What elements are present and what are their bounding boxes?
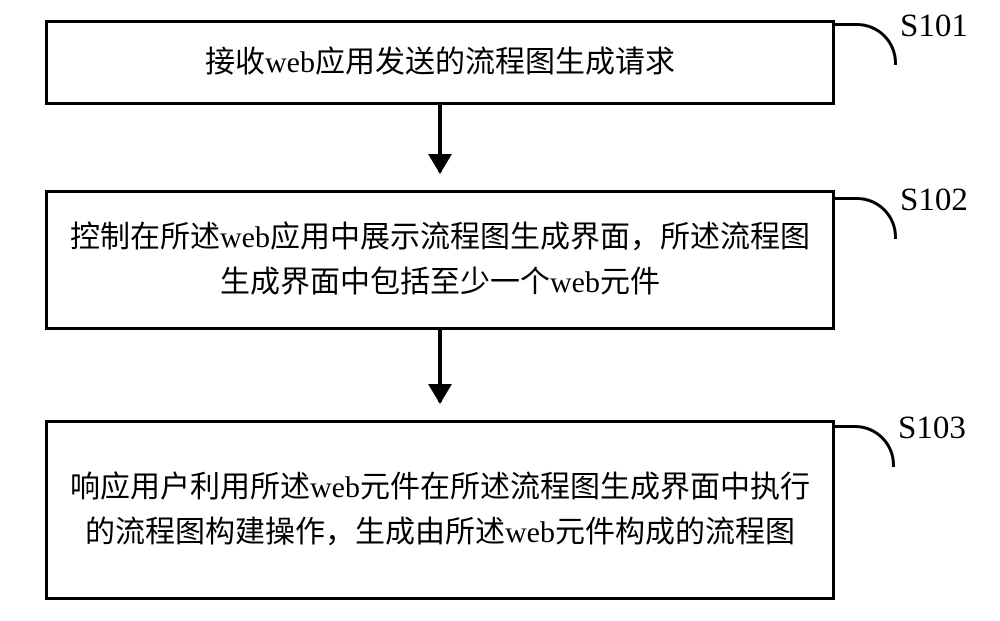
flowchart-container: 接收web应用发送的流程图生成请求 S101 控制在所述web应用中展示流程图生… [0,0,1000,621]
flowchart-step-3: 响应用户利用所述web元件在所述流程图生成界面中执行的流程图构建操作，生成由所述… [45,420,835,600]
flowchart-step-2: 控制在所述web应用中展示流程图生成界面，所述流程图生成界面中包括至少一个web… [45,190,835,330]
step-1-text: 接收web应用发送的流程图生成请求 [205,40,675,85]
connector-2 [835,197,897,239]
connector-3 [835,425,895,467]
step-1-label: S101 [900,8,968,45]
arrow-2-to-3 [438,330,442,402]
connector-1 [835,23,897,65]
step-3-text: 响应用户利用所述web元件在所述流程图生成界面中执行的流程图构建操作，生成由所述… [68,465,812,555]
step-2-label: S102 [900,182,968,219]
step-2-text: 控制在所述web应用中展示流程图生成界面，所述流程图生成界面中包括至少一个web… [68,215,812,305]
step-3-label: S103 [898,410,966,447]
flowchart-step-1: 接收web应用发送的流程图生成请求 [45,20,835,105]
arrow-1-to-2 [438,105,442,172]
